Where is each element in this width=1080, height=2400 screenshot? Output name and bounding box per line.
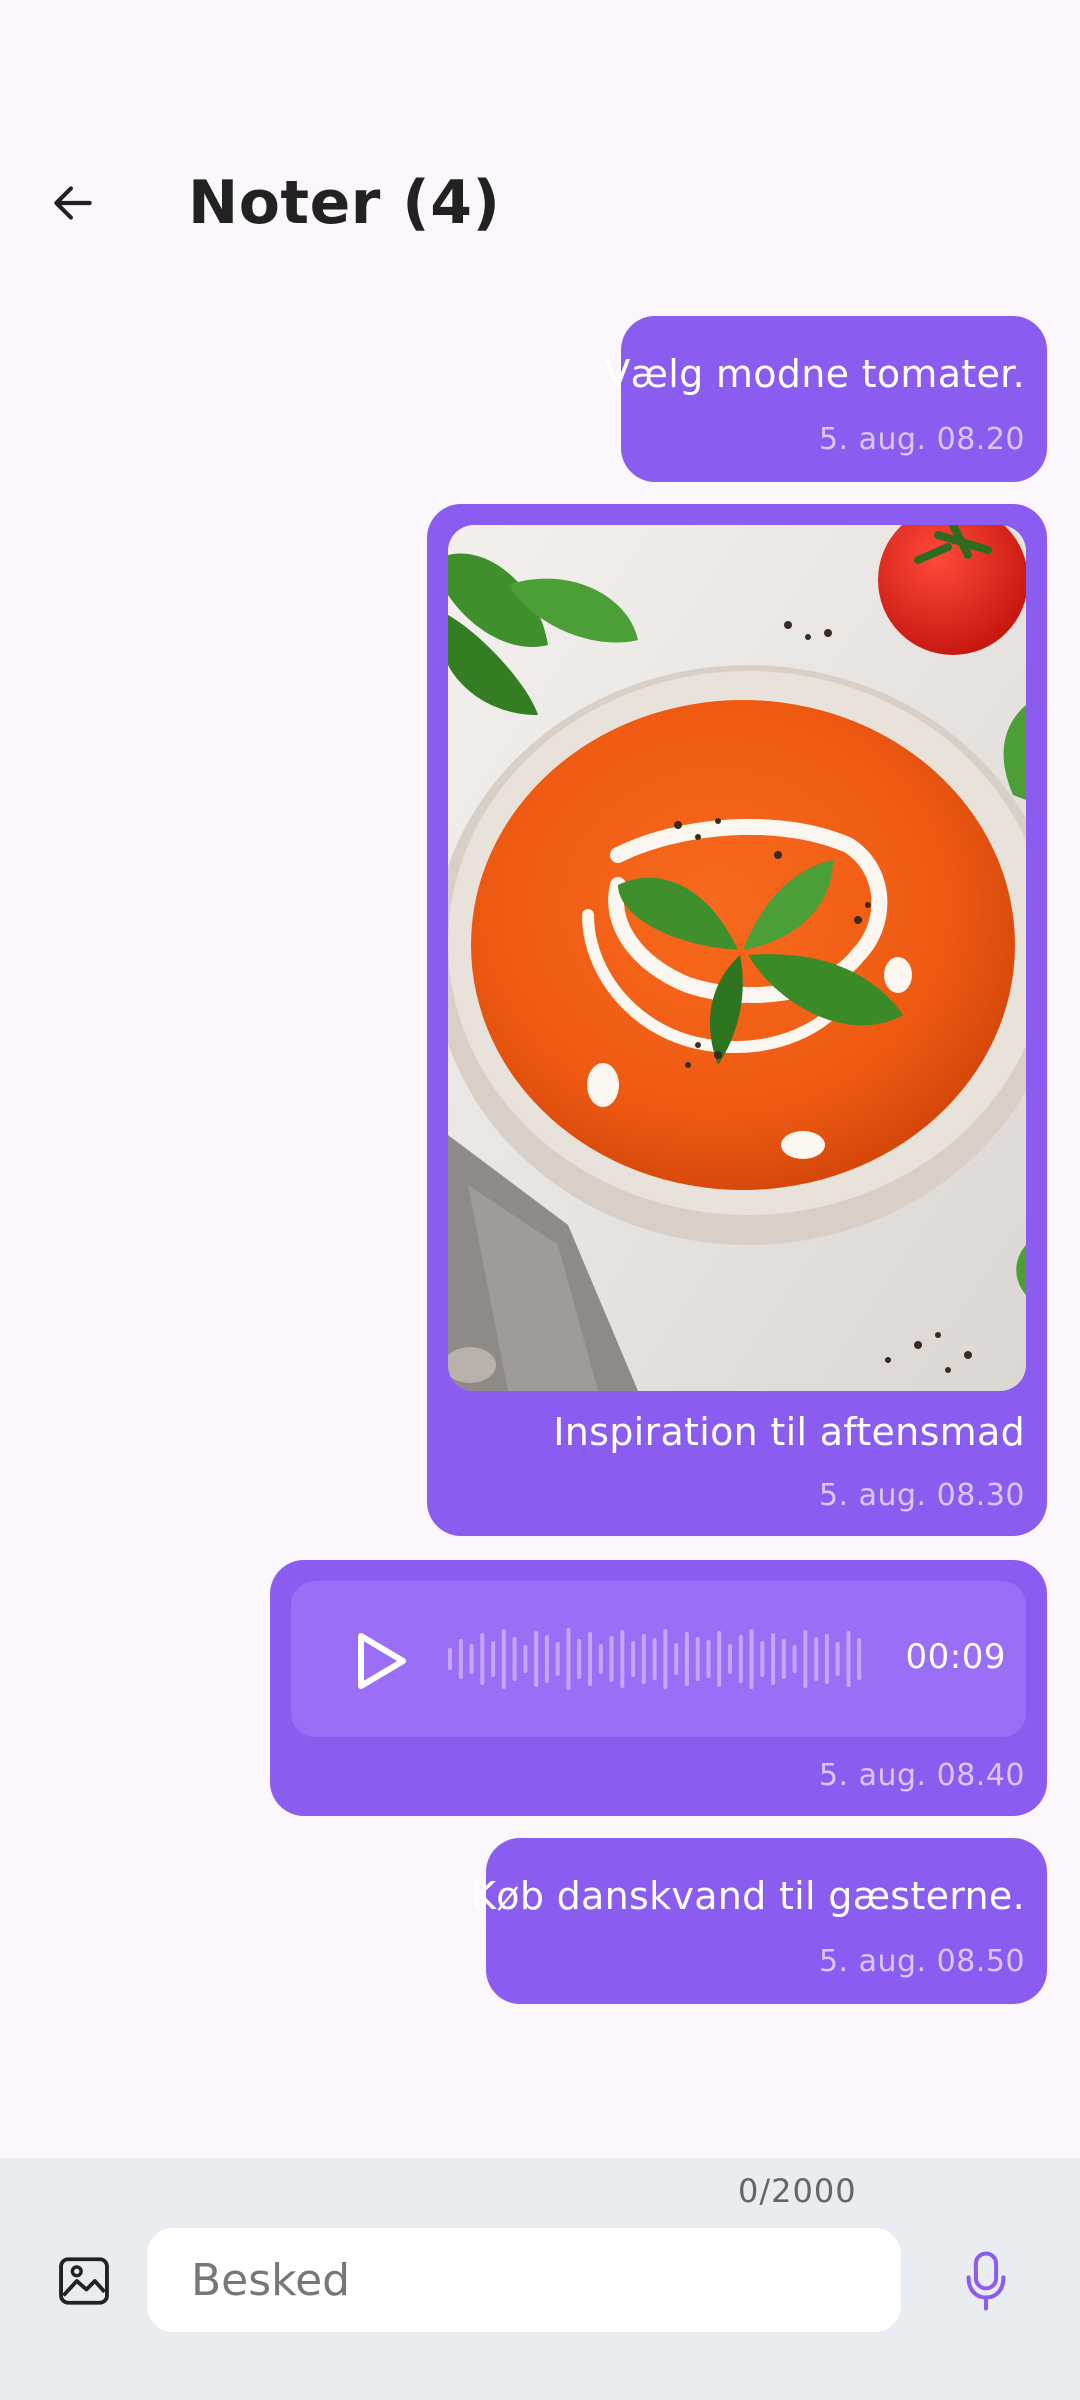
waveform-bar bbox=[695, 1637, 700, 1681]
audio-player: 00:09 bbox=[291, 1581, 1026, 1737]
page-title: Noter (4) bbox=[188, 168, 501, 238]
waveform-bar bbox=[846, 1631, 851, 1687]
message-timestamp: 5. aug. 08.20 bbox=[818, 422, 1025, 457]
waveform-bar bbox=[824, 1634, 829, 1684]
waveform-bar bbox=[491, 1641, 496, 1677]
waveform-bar bbox=[835, 1642, 840, 1676]
waveform-bar bbox=[544, 1635, 549, 1683]
waveform-bar bbox=[566, 1628, 571, 1690]
image-icon bbox=[59, 2257, 109, 2305]
waveform-bar bbox=[577, 1639, 582, 1679]
message-bubble-image[interactable]: Inspiration til aftensmad 5. aug. 08.30 bbox=[427, 504, 1047, 1536]
record-audio-button[interactable] bbox=[956, 2246, 1016, 2316]
waveform-bar bbox=[738, 1635, 743, 1683]
waveform-bar bbox=[749, 1629, 754, 1689]
message-bubble-text[interactable]: Vælg modne tomater. 5. aug. 08.20 bbox=[604, 316, 1047, 482]
waveform-bar bbox=[555, 1642, 560, 1676]
waveform-bar bbox=[814, 1637, 819, 1681]
waveform-bar bbox=[674, 1643, 679, 1675]
message-text: Vælg modne tomater. bbox=[604, 352, 1025, 396]
message-bubble-text[interactable]: Køb danskvand til gæsterne. 5. aug. 08.5… bbox=[471, 1838, 1047, 2004]
waveform-bar bbox=[631, 1641, 636, 1677]
waveform-bar bbox=[771, 1633, 776, 1685]
waveform-bar bbox=[663, 1629, 668, 1689]
waveform-bar bbox=[523, 1645, 528, 1673]
waveform-bar bbox=[501, 1629, 506, 1689]
message-timestamp: 5. aug. 08.30 bbox=[818, 1478, 1025, 1513]
message-text: Køb danskvand til gæsterne. bbox=[471, 1874, 1025, 1918]
arrow-left-icon bbox=[54, 186, 92, 220]
waveform-bar bbox=[598, 1644, 603, 1674]
attach-image-button[interactable] bbox=[52, 2249, 116, 2313]
message-input[interactable] bbox=[147, 2228, 901, 2332]
waveform-bar bbox=[448, 1648, 452, 1670]
audio-waveform[interactable] bbox=[446, 1619, 866, 1699]
waveform-bar bbox=[728, 1644, 732, 1674]
waveform-bar bbox=[512, 1637, 517, 1681]
microphone-icon bbox=[966, 2251, 1006, 2311]
waveform-bar bbox=[792, 1645, 797, 1673]
character-counter: 0/2000 bbox=[738, 2172, 857, 2210]
waveform-bar bbox=[609, 1636, 614, 1682]
waveform-bar bbox=[469, 1644, 474, 1674]
waveform-bar bbox=[534, 1631, 539, 1687]
top-app-bar: Noter (4) bbox=[0, 150, 1080, 270]
image-caption: Inspiration til aftensmad bbox=[553, 1410, 1025, 1454]
waveform-bar bbox=[706, 1640, 711, 1678]
waveform-bar bbox=[684, 1632, 689, 1686]
waveform-bar bbox=[717, 1631, 722, 1687]
play-icon bbox=[358, 1633, 406, 1689]
waveform-bar bbox=[857, 1638, 862, 1680]
play-button[interactable] bbox=[346, 1626, 416, 1696]
waveform-bar bbox=[480, 1633, 485, 1685]
back-button[interactable] bbox=[40, 170, 106, 236]
message-composer: 0/2000 bbox=[0, 2158, 1080, 2400]
waveform-bar bbox=[781, 1639, 786, 1679]
waveform-bar bbox=[652, 1638, 657, 1680]
waveform-bar bbox=[641, 1634, 646, 1684]
tomato-soup-photo[interactable] bbox=[448, 525, 1026, 1391]
message-bubble-audio[interactable]: 00:09 5. aug. 08.40 bbox=[270, 1560, 1047, 1816]
waveform-bar bbox=[803, 1630, 808, 1688]
message-timestamp: 5. aug. 08.50 bbox=[818, 1944, 1025, 1979]
message-timestamp: 5. aug. 08.40 bbox=[818, 1758, 1025, 1793]
waveform-bar bbox=[458, 1639, 463, 1679]
waveform-bar bbox=[760, 1641, 765, 1677]
waveform-bar bbox=[620, 1630, 625, 1688]
waveform-bar bbox=[588, 1632, 592, 1686]
audio-duration: 00:09 bbox=[905, 1637, 1006, 1677]
